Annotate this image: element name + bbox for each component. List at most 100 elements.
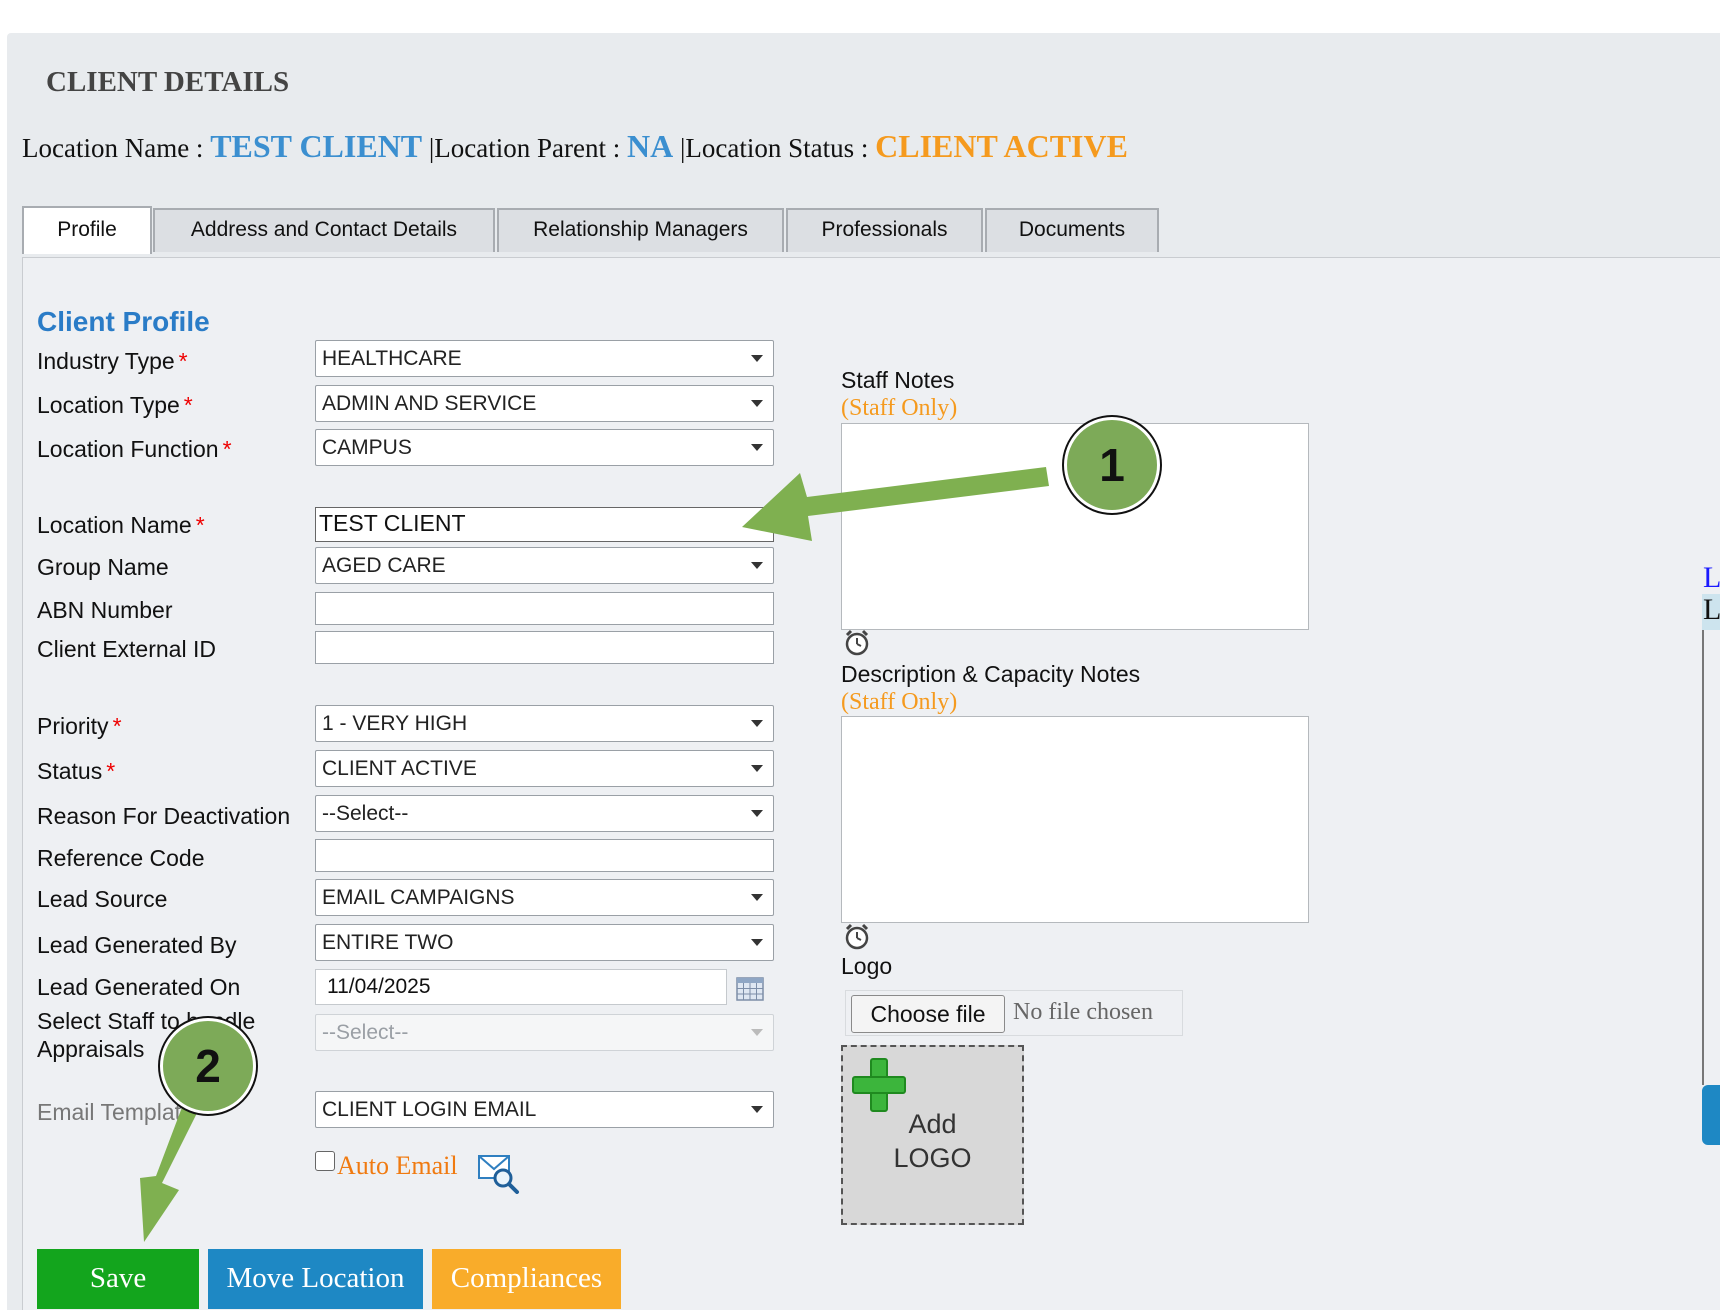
location-function-select[interactable]: CAMPUS (315, 429, 774, 466)
dropdown-caret-icon (751, 1106, 763, 1113)
auto-email-checkbox[interactable] (315, 1151, 335, 1171)
reason-for-deactivation-label: Reason For Deactivation (37, 803, 291, 829)
tab-professionals[interactable]: Professionals (786, 208, 983, 252)
auto-email-label: Auto Email (337, 1151, 458, 1180)
industry-type-label: Industry Type * (37, 348, 188, 374)
clock-icon[interactable] (843, 923, 871, 951)
location-name-value: TEST CLIENT (210, 128, 423, 164)
dropdown-caret-icon (751, 720, 763, 727)
lead-generated-by-value: ENTIRE TWO (322, 931, 454, 954)
industry-type-select[interactable]: HEALTHCARE (315, 340, 774, 377)
select-staff-appraisals-select: --Select-- (315, 1014, 774, 1051)
logo-label: Logo (841, 953, 893, 979)
reason-for-deactivation-select[interactable]: --Select-- (315, 795, 774, 832)
select-staff-label-line2: Appraisals (37, 1036, 145, 1062)
required-mark: * (112, 713, 122, 739)
group-name-label: Group Name (37, 554, 169, 580)
priority-select[interactable]: 1 - VERY HIGH (315, 705, 774, 742)
abn-number-input[interactable] (315, 592, 774, 625)
staff-only-note: (Staff Only) (841, 689, 958, 715)
required-mark: * (183, 392, 193, 418)
tab-documents[interactable]: Documents (985, 208, 1159, 252)
no-file-chosen-text: No file chosen (1013, 999, 1153, 1025)
move-location-button[interactable]: Move Location (208, 1249, 423, 1309)
callout-2-badge: 2 (160, 1018, 256, 1114)
client-external-id-input[interactable] (315, 631, 774, 664)
industry-type-value: HEALTHCARE (322, 347, 462, 370)
lead-generated-by-label: Lead Generated By (37, 932, 237, 958)
required-mark: * (106, 758, 116, 784)
lead-source-value: EMAIL CAMPAIGNS (322, 886, 515, 909)
dropdown-caret-icon (751, 355, 763, 362)
dropdown-caret-icon (751, 894, 763, 901)
plus-icon (852, 1058, 906, 1112)
dropdown-caret-icon (751, 562, 763, 569)
location-type-value: ADMIN AND SERVICE (322, 392, 537, 415)
tab-profile[interactable]: Profile (22, 206, 152, 254)
tab-relationship-managers[interactable]: Relationship Managers (497, 208, 784, 252)
status-value: CLIENT ACTIVE (322, 757, 477, 780)
staff-notes-label: Staff Notes (841, 367, 955, 393)
location-type-select[interactable]: ADMIN AND SERVICE (315, 385, 774, 422)
clipped-link[interactable]: L (1703, 561, 1720, 595)
add-logo-button[interactable]: Add LOGO (841, 1045, 1024, 1225)
staff-only-note: (Staff Only) (841, 395, 958, 421)
reason-for-deactivation-value: --Select-- (322, 802, 409, 825)
description-capacity-textarea[interactable] (841, 716, 1309, 923)
group-name-value: AGED CARE (322, 554, 446, 577)
location-parent-label: Location Parent : (434, 133, 621, 163)
location-parent-value: NA (627, 128, 674, 164)
choose-file-button[interactable]: Choose file (851, 995, 1005, 1033)
status-label: Status * (37, 758, 116, 784)
save-button[interactable]: Save (37, 1249, 199, 1309)
description-capacity-notes-label: Description & Capacity Notes (841, 661, 1141, 687)
lead-generated-on-label: Lead Generated On (37, 974, 241, 1000)
location-status-value: CLIENT ACTIVE (875, 128, 1128, 164)
clipped-panel-border (1702, 630, 1704, 1085)
logo-file-input: Choose file No file chosen (845, 990, 1183, 1036)
client-profile-heading: Client Profile (37, 306, 210, 337)
clipped-button[interactable] (1702, 1085, 1720, 1145)
required-mark: * (222, 436, 232, 462)
callout-1-badge: 1 (1064, 417, 1160, 513)
location-type-label: Location Type * (37, 392, 193, 418)
select-staff-value: --Select-- (322, 1021, 409, 1044)
tab-address-contact[interactable]: Address and Contact Details (153, 208, 495, 252)
lead-generated-on-date-input[interactable]: 11/04/2025 (315, 969, 727, 1005)
priority-value: 1 - VERY HIGH (322, 712, 468, 735)
required-mark: * (195, 512, 205, 538)
dropdown-caret-icon (751, 444, 763, 451)
calendar-icon[interactable] (736, 977, 764, 1001)
reference-code-label: Reference Code (37, 845, 205, 871)
auto-email-option: Auto Email (315, 1151, 458, 1181)
email-template-label: Email Template (37, 1099, 194, 1125)
client-external-id-label: Client External ID (37, 636, 216, 662)
dropdown-caret-icon (751, 400, 763, 407)
clock-icon[interactable] (843, 629, 871, 657)
lead-generated-by-select[interactable]: ENTIRE TWO (315, 924, 774, 961)
priority-label: Priority * (37, 713, 122, 739)
clipped-text: L (1703, 593, 1720, 626)
compliances-button[interactable]: Compliances (432, 1249, 621, 1309)
required-mark: * (178, 348, 188, 374)
location-summary: Location Name : TEST CLIENT |Location Pa… (22, 128, 1128, 165)
group-name-select[interactable]: AGED CARE (315, 547, 774, 584)
location-name-label: Location Name : (22, 133, 204, 163)
dropdown-caret-icon (751, 810, 763, 817)
email-template-value: CLIENT LOGIN EMAIL (322, 1098, 537, 1121)
status-select[interactable]: CLIENT ACTIVE (315, 750, 774, 787)
page-title: CLIENT DETAILS (46, 66, 290, 98)
add-logo-text-line1: Add (908, 1109, 957, 1139)
location-status-label: Location Status : (685, 133, 869, 163)
location-name-label: Location Name * (37, 512, 205, 538)
lead-source-select[interactable]: EMAIL CAMPAIGNS (315, 879, 774, 916)
email-preview-icon[interactable] (477, 1154, 521, 1194)
dropdown-caret-icon (751, 1029, 763, 1036)
dropdown-caret-icon (751, 765, 763, 772)
dropdown-caret-icon (751, 939, 763, 946)
abn-number-label: ABN Number (37, 597, 173, 623)
lead-source-label: Lead Source (37, 886, 168, 912)
email-template-select[interactable]: CLIENT LOGIN EMAIL (315, 1091, 774, 1128)
location-name-input[interactable]: TEST CLIENT (315, 507, 774, 542)
reference-code-input[interactable] (315, 839, 774, 872)
